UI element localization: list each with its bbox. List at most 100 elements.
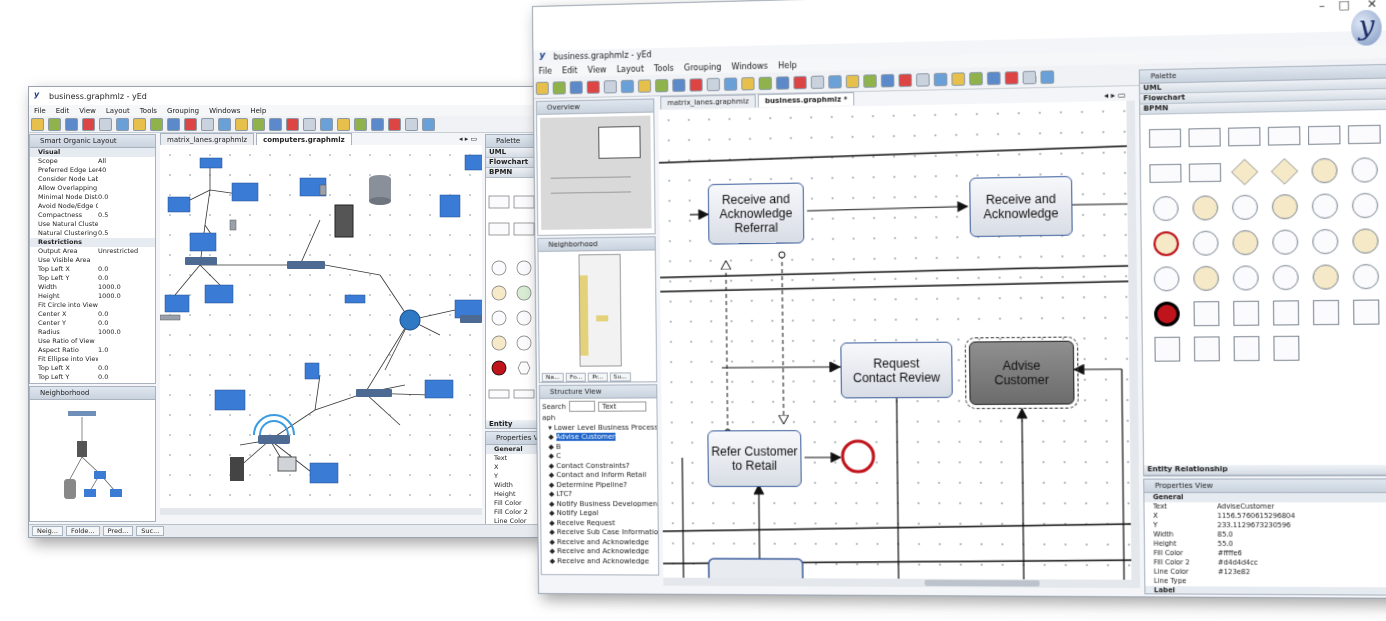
palette-shape-icon[interactable]: [1230, 159, 1257, 185]
structure-item[interactable]: ◆ Receive Request: [541, 519, 657, 529]
property-value[interactable]: 0.5: [98, 229, 155, 238]
front-canvas-hscroll[interactable]: [663, 578, 1131, 588]
structure-item[interactable]: ◆ LTC?: [541, 490, 657, 500]
property-value[interactable]: 1156.5760615296804: [1217, 512, 1386, 522]
toolbar-tool-icon[interactable]: [570, 80, 583, 93]
palette-category[interactable]: Flowchart: [486, 158, 538, 168]
toolbar-tool-icon[interactable]: [48, 118, 61, 131]
property-row[interactable]: Height: [486, 490, 538, 499]
palette-shape-icon[interactable]: [1153, 266, 1179, 291]
property-row[interactable]: Width: [486, 481, 538, 490]
palette-shape-icon[interactable]: [1231, 195, 1257, 220]
palette-shape-icon[interactable]: [1153, 231, 1179, 256]
property-value[interactable]: 233.1129673230596: [1217, 521, 1386, 531]
property-row[interactable]: Consider Node Labels: [30, 175, 155, 184]
minimize-button[interactable]: –: [1319, 0, 1325, 12]
structure-root[interactable]: aph: [540, 413, 656, 423]
palette-shape-icon[interactable]: [1351, 193, 1377, 218]
node-receive-acknowledge-referral[interactable]: Receive and Acknowledge Referral: [708, 183, 805, 245]
property-row[interactable]: Center Y 0.0: [30, 319, 155, 328]
palette-shape-icon[interactable]: [1312, 300, 1338, 325]
structure-item[interactable]: ◆ Receive and Acknowledge: [542, 547, 658, 557]
palette-category[interactable]: UML: [486, 148, 538, 158]
property-value[interactable]: 55.0: [1217, 540, 1386, 550]
node-refer-customer-retail[interactable]: Refer Customer to Retail: [707, 430, 801, 487]
neighborhood-tab[interactable]: Fo...: [566, 373, 587, 382]
palette-shape-icon[interactable]: [1148, 129, 1180, 148]
structure-item[interactable]: ◆ Receive and Acknowledge: [541, 538, 657, 548]
toolbar-tool-icon[interactable]: [269, 118, 282, 131]
structure-item[interactable]: ◆ B: [540, 442, 656, 452]
status-tab[interactable]: Suc...: [136, 526, 164, 536]
maximize-button[interactable]: □: [1338, 0, 1349, 12]
palette-shape-icon[interactable]: [1232, 265, 1258, 290]
property-row[interactable]: Fill Color 2: [486, 508, 538, 517]
palette-shape-icon[interactable]: [1272, 300, 1298, 325]
property-value[interactable]: 0.5: [98, 211, 155, 220]
palette-shape-icon[interactable]: [1272, 229, 1298, 254]
toolbar-tool-icon[interactable]: [655, 78, 668, 91]
toolbar-tool-icon[interactable]: [405, 118, 418, 131]
status-tab[interactable]: Pred...: [103, 526, 134, 536]
menu-item-windows[interactable]: Windows: [209, 107, 240, 115]
toolbar-tool-icon[interactable]: [776, 76, 789, 89]
toolbar-tool-icon[interactable]: [1023, 70, 1037, 84]
property-row[interactable]: Y: [486, 472, 538, 481]
palette-shape-icon[interactable]: [1232, 230, 1258, 255]
back-graph-canvas[interactable]: [160, 145, 482, 515]
toolbar-tool-icon[interactable]: [934, 72, 948, 86]
palette-shape-icon[interactable]: [1273, 336, 1299, 361]
property-row[interactable]: Avoid Node/Edge O...: [30, 202, 155, 211]
property-value[interactable]: 1000.0: [98, 382, 155, 384]
toolbar-tool-icon[interactable]: [916, 73, 930, 87]
toolbar-tool-icon[interactable]: [150, 118, 163, 131]
palette-shape-icon[interactable]: [1352, 228, 1378, 253]
structure-item[interactable]: ▾ Lower Level Business Process for t: [540, 423, 656, 433]
palette-shape-icon[interactable]: [1311, 193, 1337, 218]
property-value[interactable]: [98, 301, 155, 310]
document-tab[interactable]: business.graphmlz *: [758, 92, 855, 107]
palette-shape-icon[interactable]: [1267, 126, 1300, 145]
toolbar-tool-icon[interactable]: [116, 118, 129, 131]
front-graph-canvas[interactable]: Receive and Acknowledge Referral Receive…: [658, 101, 1131, 588]
toolbar-tool-icon[interactable]: [863, 74, 877, 88]
menu-item-windows[interactable]: Windows: [731, 61, 768, 71]
structure-search-mode[interactable]: Text: [598, 401, 646, 411]
property-value[interactable]: [98, 256, 155, 265]
property-row[interactable]: Radius 1000.0: [30, 328, 155, 337]
menu-item-view[interactable]: View: [79, 107, 96, 115]
palette-category[interactable]: BPMN: [486, 168, 538, 178]
property-row[interactable]: Use Ratio of View: [30, 337, 155, 346]
palette-shape-icon[interactable]: [1312, 264, 1338, 289]
toolbar-tool-icon[interactable]: [303, 118, 316, 131]
property-row[interactable]: Width1000.0: [30, 382, 155, 384]
toolbar-tool-icon[interactable]: [201, 118, 214, 131]
toolbar-tool-icon[interactable]: [65, 118, 78, 131]
toolbar-tool-icon[interactable]: [388, 118, 401, 131]
property-value[interactable]: 0.0: [98, 193, 155, 202]
toolbar-tool-icon[interactable]: [252, 118, 265, 131]
toolbar-tool-icon[interactable]: [793, 75, 806, 88]
palette-shape-icon[interactable]: [1351, 157, 1377, 183]
palette-shape-icon[interactable]: [1271, 194, 1297, 219]
structure-item[interactable]: ◆ Receive and Acknowledge: [542, 557, 658, 567]
menu-item-layout[interactable]: Layout: [616, 64, 643, 74]
palette-shape-icon[interactable]: [1192, 231, 1218, 256]
menu-item-file[interactable]: File: [34, 107, 46, 115]
menu-item-edit[interactable]: Edit: [56, 107, 70, 115]
palette-shape-icon[interactable]: [1192, 195, 1218, 220]
menu-item-tools[interactable]: Tools: [654, 63, 674, 73]
toolbar-tool-icon[interactable]: [689, 78, 702, 91]
palette-shape-icon[interactable]: [1233, 336, 1259, 361]
property-row[interactable]: Output Area Unrestricted: [30, 247, 155, 256]
structure-item[interactable]: ◆ Advise Customer: [540, 433, 656, 443]
property-value[interactable]: [98, 220, 155, 229]
palette-shape-icon[interactable]: [1154, 337, 1180, 362]
property-row[interactable]: Aspect Ratio 1.0: [30, 346, 155, 355]
toolbar-tool-icon[interactable]: [354, 118, 367, 131]
property-row[interactable]: Allow Overlapping ...: [30, 184, 155, 193]
property-row[interactable]: Preferred Edge Len...40: [30, 166, 155, 175]
property-value[interactable]: [98, 202, 155, 211]
toolbar-tool-icon[interactable]: [337, 118, 350, 131]
palette-shape-icon[interactable]: [1152, 196, 1178, 221]
